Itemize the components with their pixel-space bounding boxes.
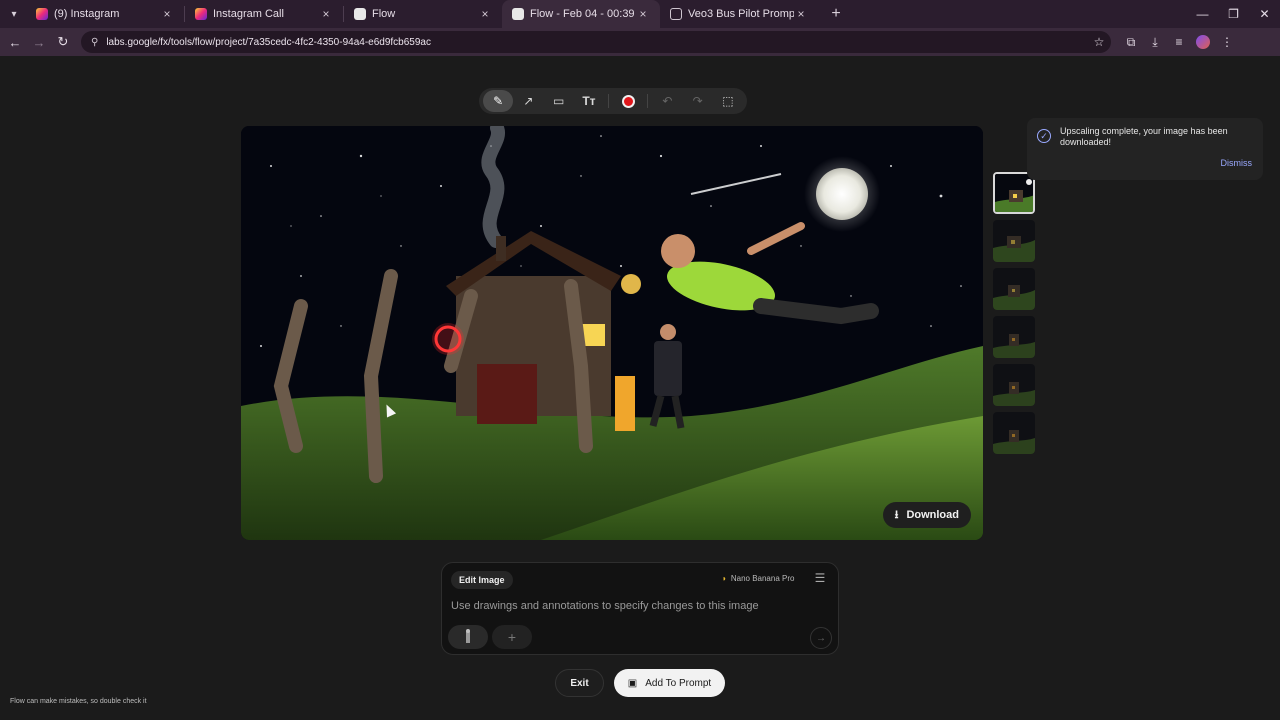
undo-icon[interactable]: ↶ <box>652 90 682 112</box>
minimize-icon[interactable]: — <box>1187 7 1218 21</box>
reload-icon[interactable]: ↻ <box>51 34 75 50</box>
image-content <box>241 126 983 540</box>
instagram-icon <box>36 8 48 20</box>
download-icon: ⭳ <box>894 508 899 521</box>
edit-prompt-panel: Edit Image ◗ Nano Banana Pro ☰ Use drawi… <box>441 562 839 655</box>
annotation-toolbar: ✎ ↗ ▭ Tт ↶ ↷ ⬚ <box>479 88 747 114</box>
exit-button[interactable]: Exit <box>555 669 604 697</box>
thumbnail-image <box>993 268 1035 310</box>
thumbnail-item[interactable] <box>993 220 1035 262</box>
disclaimer-text: Flow can make mistakes, so double check … <box>10 698 147 705</box>
site-info-icon[interactable]: ⚲ <box>91 37 98 48</box>
close-icon[interactable]: × <box>794 7 808 21</box>
arrow-tool-icon[interactable]: ↗ <box>513 90 543 112</box>
forward-icon[interactable]: → <box>27 35 51 50</box>
toolbar-icons: ⧉ ⤓ ≡ ⋮ <box>1119 34 1239 50</box>
bookmark-star-icon[interactable]: ☆ <box>1087 35 1111 49</box>
close-window-icon[interactable]: ✕ <box>1249 7 1280 21</box>
model-selector[interactable]: ◗ Nano Banana Pro <box>722 574 794 583</box>
profile-avatar[interactable] <box>1196 34 1210 49</box>
dismiss-button[interactable]: Dismiss <box>1221 158 1253 168</box>
thumbnail-item[interactable] <box>993 412 1035 454</box>
instagram-icon <box>195 8 207 20</box>
red-color-swatch <box>621 94 635 108</box>
thumbnail-image <box>993 364 1035 406</box>
thumbnail-image <box>993 316 1035 358</box>
add-attachment-icon[interactable]: + <box>492 625 532 649</box>
thumbnail-image <box>993 412 1035 454</box>
restore-icon[interactable]: ❐ <box>1218 7 1249 21</box>
generated-image[interactable]: ⭳ Download <box>241 126 983 540</box>
rectangle-tool-icon[interactable]: ▭ <box>544 90 574 112</box>
thumbnail-item[interactable] <box>993 316 1035 358</box>
close-icon[interactable]: × <box>478 7 492 21</box>
window-controls: — ❐ ✕ <box>1187 7 1280 21</box>
media-icon[interactable]: ≡ <box>1167 35 1191 50</box>
toolbar-divider <box>608 94 610 108</box>
banana-icon: ◗ <box>722 574 727 583</box>
settings-sliders-icon[interactable]: ☰ <box>811 571 829 585</box>
edit-image-chip[interactable]: Edit Image <box>451 571 513 589</box>
add-image-icon: ▣ <box>627 677 638 689</box>
freehand-draw-icon[interactable]: ✎ <box>483 90 514 112</box>
attached-image-thumbnail[interactable] <box>448 625 488 649</box>
tab-flow-active[interactable]: Flow - Feb 04 - 00:39 × <box>502 0 660 28</box>
close-icon[interactable]: × <box>319 7 333 21</box>
browser-menu-icon[interactable]: ⋮ <box>1215 35 1239 50</box>
select-area-icon[interactable]: ⬚ <box>713 90 743 112</box>
download-button[interactable]: ⭳ Download <box>882 502 971 528</box>
tab-flow[interactable]: Flow × <box>344 0 502 28</box>
add-to-prompt-button[interactable]: ▣ Add To Prompt <box>614 669 725 697</box>
flow-icon <box>512 8 524 20</box>
check-circle-icon: ✓ <box>1037 129 1051 143</box>
address-bar[interactable]: ⚲ labs.google/fx/tools/flow/project/7a35… <box>81 31 1111 53</box>
close-icon[interactable]: × <box>636 7 650 21</box>
browser-tab-bar: ▾ (9) Instagram × Instagram Call × Flow … <box>0 0 1280 28</box>
flow-app: ✎ ↗ ▭ Tт ↶ ↷ ⬚ ⭳ Download ✓ Upscaling co… <box>0 56 1280 720</box>
tab-title: Flow <box>372 8 396 20</box>
download-label: Download <box>906 509 959 521</box>
text-tool-icon[interactable]: Tт <box>574 90 604 112</box>
model-label: Nano Banana Pro <box>730 574 795 583</box>
redo-icon[interactable]: ↷ <box>683 90 713 112</box>
thumbnail-item[interactable] <box>993 268 1035 310</box>
add-to-prompt-label: Add To Prompt <box>645 677 712 689</box>
close-icon[interactable]: × <box>160 7 174 21</box>
tab-title: Instagram Call <box>213 8 284 20</box>
tab-veo3[interactable]: Veo3 Bus Pilot Prompt × <box>660 0 818 28</box>
downloads-icon[interactable]: ⤓ <box>1143 35 1167 50</box>
thumbnail-image <box>458 627 478 647</box>
thumbnail-item[interactable] <box>993 364 1035 406</box>
thumbnail-item[interactable] <box>993 172 1035 214</box>
prompt-input[interactable]: Use drawings and annotations to specify … <box>451 600 759 612</box>
back-icon[interactable]: ← <box>3 35 27 50</box>
tab-title: (9) Instagram <box>54 8 120 20</box>
flow-icon <box>354 8 366 20</box>
url-text[interactable]: labs.google/fx/tools/flow/project/7a35ce… <box>106 37 1087 48</box>
toolbar-divider <box>647 94 649 108</box>
tab-instagram[interactable]: (9) Instagram × <box>26 0 184 28</box>
globe-icon <box>670 8 682 20</box>
tab-title: Veo3 Bus Pilot Prompt <box>688 8 794 20</box>
upscale-toast: ✓ Upscaling complete, your image has bee… <box>1027 118 1263 180</box>
color-picker-button[interactable] <box>613 90 643 112</box>
thumbnail-image <box>995 174 1033 212</box>
thumbnail-strip <box>993 172 1037 460</box>
new-tab-icon[interactable]: + <box>824 5 848 23</box>
thumbnail-image <box>993 220 1035 262</box>
extensions-icon[interactable]: ⧉ <box>1119 35 1143 50</box>
send-arrow-icon[interactable]: → <box>810 627 832 649</box>
toast-message: Upscaling complete, your image has been … <box>1060 126 1228 147</box>
tab-instagram-call[interactable]: Instagram Call × <box>185 0 343 28</box>
tab-title: Flow - Feb 04 - 00:39 <box>530 8 635 20</box>
browser-toolbar: ← → ↻ ⚲ labs.google/fx/tools/flow/projec… <box>0 28 1280 56</box>
tab-search-icon[interactable]: ▾ <box>2 3 26 25</box>
